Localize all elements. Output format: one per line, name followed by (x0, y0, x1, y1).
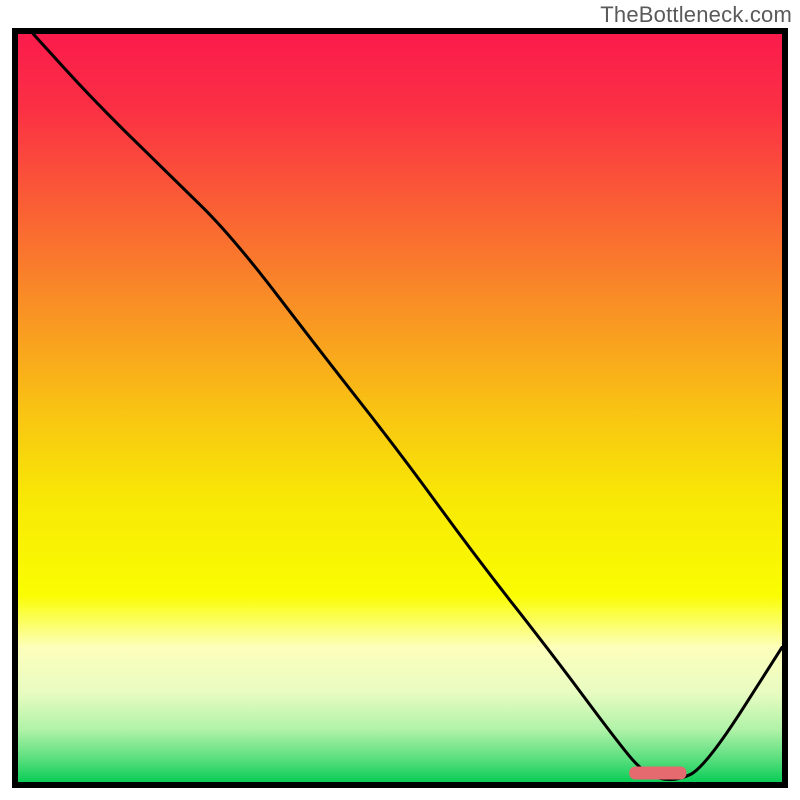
chart-container: TheBottleneck.com (0, 0, 800, 800)
optimum-marker (629, 767, 686, 780)
bottleneck-chart (0, 0, 800, 800)
watermark-text: TheBottleneck.com (600, 2, 792, 28)
plot-background (18, 34, 782, 782)
